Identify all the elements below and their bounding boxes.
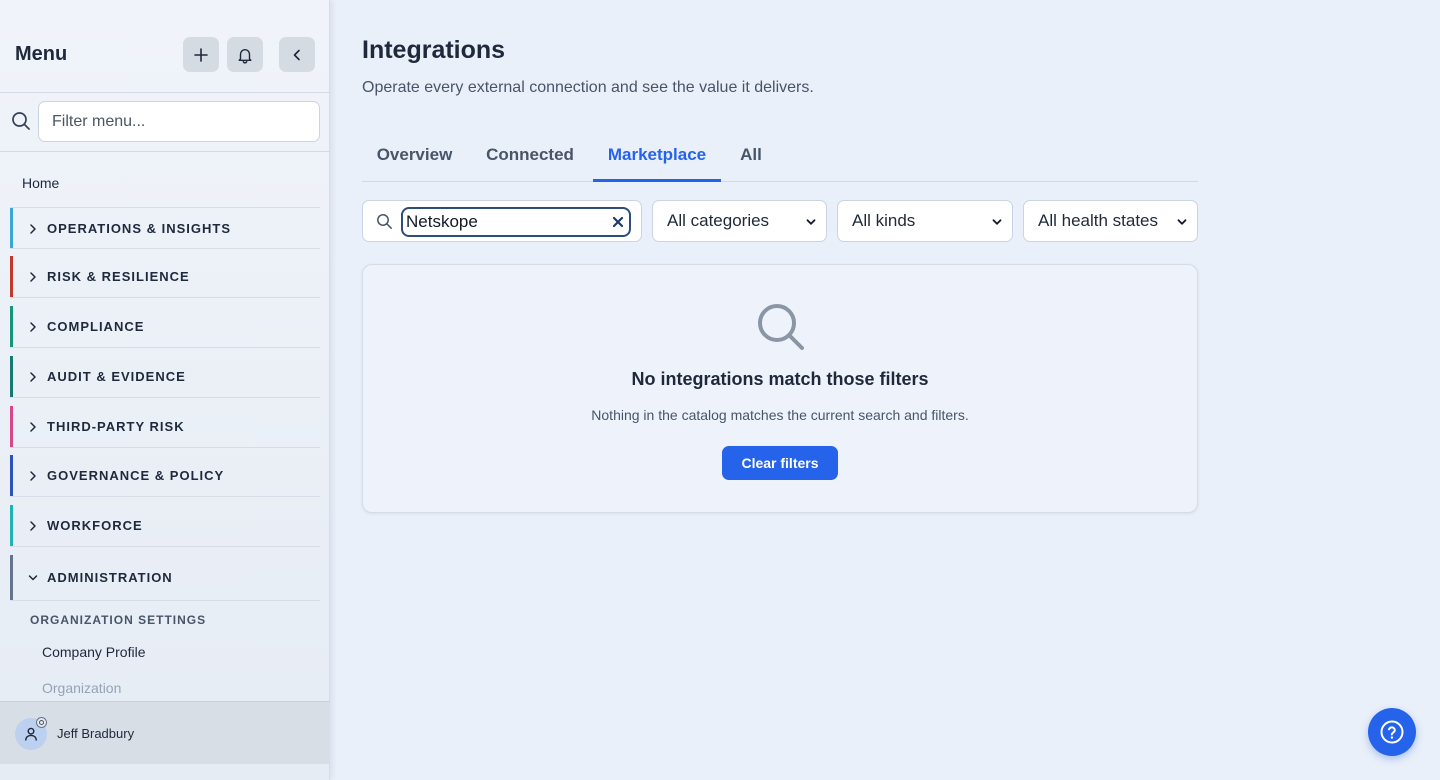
chevron-right-icon [30, 272, 36, 282]
sidebar-item-organization[interactable]: Organization [42, 680, 121, 696]
chevron-right-icon [30, 471, 36, 481]
section-label: OPERATIONS & INSIGHTS [47, 220, 231, 236]
integration-search-box [362, 200, 642, 242]
tab-all[interactable]: All [728, 133, 774, 181]
section-label: GOVERNANCE & POLICY [47, 468, 225, 483]
chevron-right-icon [30, 322, 36, 332]
section-label: AUDIT & EVIDENCE [47, 369, 186, 384]
section-color-bar [10, 256, 13, 297]
category-select-value: All categories [667, 211, 770, 230]
sidebar-section-third-party-risk[interactable]: THIRD-PARTY RISK [10, 406, 320, 448]
kind-select[interactable]: All kinds [837, 200, 1013, 242]
sidebar-section-compliance[interactable]: COMPLIANCE [10, 306, 320, 348]
sidebar-section-administration[interactable]: ADMINISTRATION [10, 555, 320, 601]
empty-state-title: No integrations match those filters [631, 369, 929, 389]
search-icon [12, 112, 30, 130]
section-color-bar [10, 356, 13, 397]
section-label: THIRD-PARTY RISK [47, 419, 185, 434]
section-label: RISK & RESILIENCE [47, 269, 190, 284]
section-color-bar [10, 555, 13, 600]
clear-search-icon[interactable] [611, 215, 625, 229]
chevron-right-icon [30, 224, 36, 234]
search-icon [377, 214, 392, 229]
sidebar: Menu Home OPERATIONS & INSIGHTS RISK & R… [0, 0, 330, 780]
section-color-bar [10, 306, 13, 347]
section-label: COMPLIANCE [47, 319, 145, 334]
settings-badge-icon [36, 717, 47, 728]
chevron-right-icon [30, 422, 36, 432]
section-color-bar [10, 406, 13, 447]
user-footer[interactable]: Jeff Bradbury [0, 701, 330, 764]
chevron-down-icon [1177, 219, 1187, 225]
notifications-button[interactable] [227, 37, 263, 72]
page-title: Integrations [362, 36, 506, 64]
section-color-bar [10, 455, 13, 496]
sidebar-title: Menu [15, 43, 68, 65]
sidebar-section-operations-insights[interactable]: OPERATIONS & INSIGHTS [10, 207, 320, 249]
tab-bar: Overview Connected Marketplace All [362, 133, 1198, 182]
user-name: Jeff Bradbury [57, 726, 135, 741]
chevron-left-icon [293, 49, 300, 60]
chevron-right-icon [30, 521, 36, 531]
search-icon [758, 304, 804, 350]
help-button[interactable] [1368, 708, 1416, 756]
section-color-bar [10, 208, 13, 248]
sidebar-section-audit-evidence[interactable]: AUDIT & EVIDENCE [10, 356, 320, 398]
kind-select-value: All kinds [852, 211, 916, 230]
section-label: ADMINISTRATION [47, 570, 173, 585]
sidebar-filter-row [0, 93, 330, 152]
subsection-heading: ORGANIZATION SETTINGS [30, 613, 207, 627]
clear-filters-button[interactable]: Clear filters [722, 446, 838, 480]
category-select[interactable]: All categories [652, 200, 827, 242]
chevron-down-icon [992, 219, 1002, 225]
tab-overview[interactable]: Overview [362, 133, 467, 181]
user-icon [25, 727, 37, 741]
sidebar-item-company-profile[interactable]: Company Profile [42, 644, 146, 660]
empty-state-card: No integrations match those filters Noth… [362, 264, 1198, 513]
sidebar-header: Menu [0, 0, 330, 93]
section-label: WORKFORCE [47, 518, 143, 533]
chevron-right-icon [30, 372, 36, 382]
section-color-bar [10, 505, 13, 546]
empty-state-description: Nothing in the catalog matches the curre… [591, 407, 969, 423]
help-icon [1380, 720, 1404, 744]
sidebar-section-risk-resilience[interactable]: RISK & RESILIENCE [10, 256, 320, 298]
sidebar-section-governance-policy[interactable]: GOVERNANCE & POLICY [10, 455, 320, 497]
chevron-down-icon [806, 219, 816, 225]
bell-icon [238, 48, 252, 63]
health-select-value: All health states [1038, 211, 1159, 230]
tab-connected[interactable]: Connected [472, 133, 588, 181]
tab-marketplace[interactable]: Marketplace [593, 133, 721, 182]
filter-menu-input[interactable] [38, 101, 320, 142]
sidebar-item-home[interactable]: Home [22, 175, 59, 191]
collapse-sidebar-button[interactable] [279, 37, 315, 72]
health-state-select[interactable]: All health states [1023, 200, 1198, 242]
add-button[interactable] [183, 37, 219, 72]
page-subtitle: Operate every external connection and se… [362, 79, 814, 96]
plus-icon [194, 47, 208, 62]
chevron-down-icon [28, 575, 38, 581]
sidebar-section-workforce[interactable]: WORKFORCE [10, 505, 320, 547]
integration-search-input[interactable] [401, 207, 631, 237]
